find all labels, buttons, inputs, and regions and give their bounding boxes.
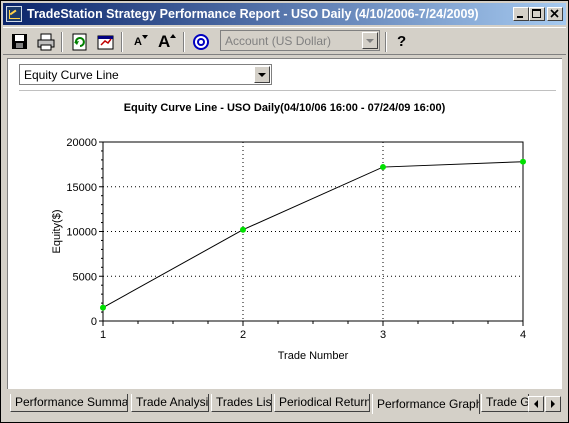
- y-tick-label: 20000: [66, 137, 97, 149]
- tab-label: Trade Gr: [486, 395, 529, 409]
- equity-series-line: [102, 161, 524, 309]
- chart-grid: [103, 142, 523, 321]
- tab-label: Performance Summary: [15, 395, 128, 409]
- data-point: [240, 226, 246, 233]
- tab-label: Trade Analysis: [136, 395, 209, 409]
- y-tick-label: 10000: [66, 227, 97, 239]
- y-tick-label: 0: [91, 316, 97, 328]
- tab-scroll-right-button[interactable]: [545, 396, 561, 412]
- tab-label: Periodical Returns: [279, 395, 370, 409]
- tab-scroll-left-button[interactable]: [528, 396, 544, 412]
- equity-curve-chart: 0 5000 10000 15000 20000 1 2 3 4 Trade Number Eq…: [51, 137, 526, 362]
- tab-trade-analysis[interactable]: Trade Analysis: [131, 394, 209, 412]
- tab-performance-graphs[interactable]: Performance Graphs: [372, 394, 480, 414]
- x-tick-label: 4: [520, 329, 526, 341]
- y-tick-label: 5000: [73, 271, 97, 283]
- chart-ticks: 0 5000 10000 15000 20000 1 2 3 4: [66, 137, 526, 341]
- x-tick-label: 3: [380, 329, 386, 341]
- report-tabs: Performance Summary Trade Analysis Trade…: [7, 391, 562, 415]
- y-axis-label: Equity($): [51, 209, 63, 253]
- tab-performance-summary[interactable]: Performance Summary: [10, 394, 128, 412]
- x-axis-label: Trade Number: [278, 350, 349, 362]
- data-point: [380, 164, 386, 171]
- tab-label: Performance Graphs: [377, 397, 480, 411]
- data-point: [100, 304, 106, 311]
- data-point: [520, 158, 526, 165]
- tab-periodical-returns[interactable]: Periodical Returns: [274, 394, 370, 412]
- x-tick-label: 1: [100, 329, 106, 341]
- tab-trade-graphs[interactable]: Trade Gr: [481, 394, 529, 412]
- y-tick-label: 15000: [66, 182, 97, 194]
- chart-points: [100, 158, 526, 311]
- x-tick-label: 2: [240, 329, 246, 341]
- tab-label: Trades List: [216, 395, 272, 409]
- scroll-right-icon: [551, 400, 555, 408]
- tab-trades-list[interactable]: Trades List: [211, 394, 272, 412]
- scroll-left-icon: [534, 400, 538, 408]
